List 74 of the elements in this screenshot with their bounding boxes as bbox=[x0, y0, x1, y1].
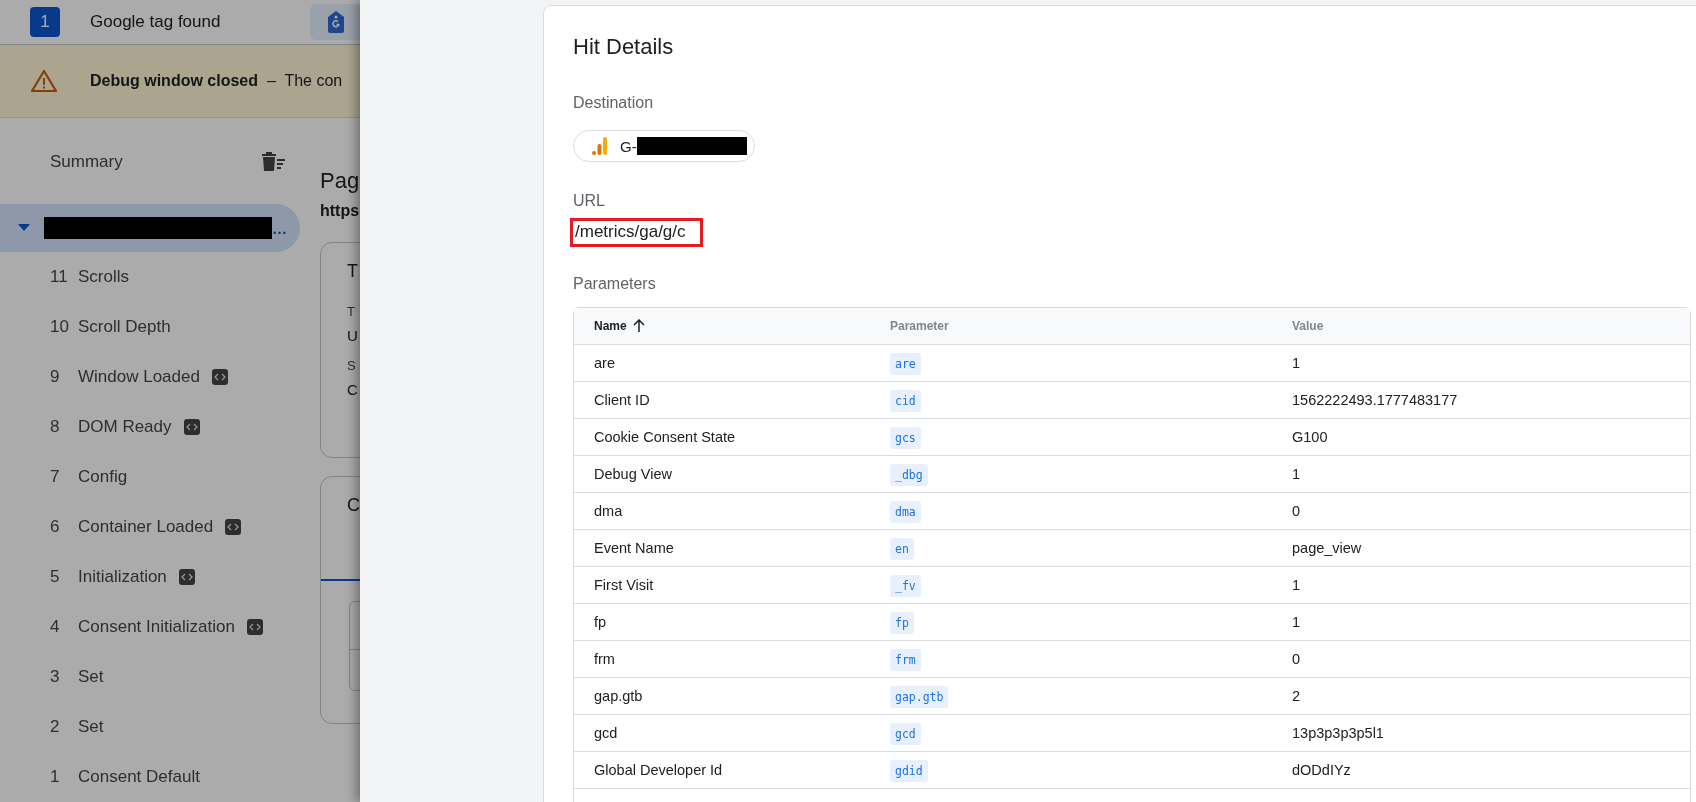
parameter-code: cid bbox=[890, 390, 921, 412]
event-item[interactable]: 2 Set bbox=[0, 702, 300, 752]
table-cell-text: gcd bbox=[593, 725, 619, 741]
table-cell-text: 1 bbox=[1291, 466, 1302, 482]
field-label: T bbox=[347, 304, 355, 319]
table-cell-text: dODdIYz bbox=[1291, 762, 1352, 778]
table-cell-text: First Visit bbox=[593, 577, 655, 593]
page-url: https bbox=[320, 202, 360, 220]
table-cell-text: 13p3p3p3p5l1 bbox=[1291, 725, 1385, 741]
table-cell-text: 2 bbox=[1291, 688, 1302, 704]
event-item[interactable]: 1 Consent Default bbox=[0, 752, 300, 802]
caret-icon bbox=[18, 224, 30, 232]
tag-count-badge: 1 bbox=[30, 7, 60, 37]
card-title: T bbox=[347, 261, 358, 282]
table-cell-text: 1 bbox=[1291, 577, 1302, 593]
event-item[interactable]: 4 Consent Initialization bbox=[0, 602, 300, 652]
summary-link[interactable]: Summary bbox=[50, 152, 123, 172]
table-cell-text: 1 bbox=[1291, 355, 1302, 371]
sort-arrow-icon bbox=[632, 319, 645, 333]
parameter-code: gcd bbox=[890, 723, 921, 745]
parameter-code: _fv bbox=[890, 575, 921, 597]
drawer-title: Hit Details bbox=[573, 34, 675, 60]
event-item[interactable]: 10 Scroll Depth bbox=[0, 302, 300, 352]
table-cell-text: Event Name bbox=[593, 540, 675, 556]
table-cell-text: page_view bbox=[1291, 540, 1363, 556]
field-value: U bbox=[347, 327, 358, 344]
url-text: /metrics/ga/g/c bbox=[570, 218, 703, 247]
event-item[interactable]: 11 Scrolls bbox=[0, 252, 300, 302]
table-cell-text: Debug View bbox=[593, 466, 673, 482]
page-item[interactable]: … bbox=[0, 204, 300, 252]
card-title: C bbox=[347, 495, 360, 517]
field-label: S bbox=[347, 358, 356, 373]
header-title: Google tag found bbox=[90, 12, 221, 32]
section-label: URL bbox=[573, 192, 606, 210]
table-cell-text: 0 bbox=[1291, 503, 1302, 519]
analytics-icon bbox=[592, 137, 608, 155]
parameter-code: gcs bbox=[890, 427, 921, 449]
table-cell-text: fp bbox=[593, 614, 608, 630]
event-item[interactable]: 8 DOM Ready bbox=[0, 402, 300, 452]
table-cell-text: gap.gtb bbox=[593, 688, 644, 704]
event-item[interactable]: 6 Container Loaded bbox=[0, 502, 300, 552]
event-item[interactable]: 5 Initialization bbox=[0, 552, 300, 602]
table-cell-text: G100 bbox=[1291, 429, 1329, 445]
parameter-code: en bbox=[890, 538, 914, 560]
parameter-code: gap.gtb bbox=[890, 686, 949, 708]
table-cell-text: 1562222493.1777483177 bbox=[1291, 392, 1459, 408]
event-item[interactable]: 9 Window Loaded bbox=[0, 352, 300, 402]
event-item[interactable]: 7 Config bbox=[0, 452, 300, 502]
table-cell-text: Client ID bbox=[593, 392, 651, 408]
section-label: Parameters bbox=[573, 275, 657, 293]
field-value: C bbox=[347, 381, 358, 398]
parameter-code: fp bbox=[890, 612, 914, 634]
parameter-code: frm bbox=[890, 649, 921, 671]
table-cell-text: Global Developer Id bbox=[593, 762, 724, 778]
warning-icon bbox=[30, 69, 58, 93]
table-cell-text: 1 bbox=[1291, 614, 1302, 630]
event-item[interactable]: 3 Set bbox=[0, 652, 300, 702]
column-header[interactable]: Parameter bbox=[870, 319, 1272, 333]
table-cell-text: 0 bbox=[1291, 651, 1302, 667]
table-cell-text: frm bbox=[593, 651, 616, 667]
parameter-code: _dbg bbox=[890, 464, 928, 486]
section-label: Destination bbox=[573, 94, 655, 112]
table-cell-text: are bbox=[593, 355, 616, 371]
parameter-code: dma bbox=[890, 501, 921, 523]
tag-icon bbox=[328, 11, 345, 33]
column-header[interactable]: Name bbox=[574, 319, 870, 333]
page-title: Pag bbox=[320, 168, 360, 194]
banner-message: Debug window closed – The con bbox=[90, 72, 343, 90]
clear-list-icon[interactable] bbox=[260, 152, 286, 172]
column-header[interactable]: Value bbox=[1272, 319, 1690, 333]
table-cell-text: dma bbox=[593, 503, 624, 519]
table-cell-text: Cookie Consent State bbox=[593, 429, 737, 445]
parameter-code: are bbox=[890, 353, 921, 375]
parameter-code: gdid bbox=[890, 760, 928, 782]
